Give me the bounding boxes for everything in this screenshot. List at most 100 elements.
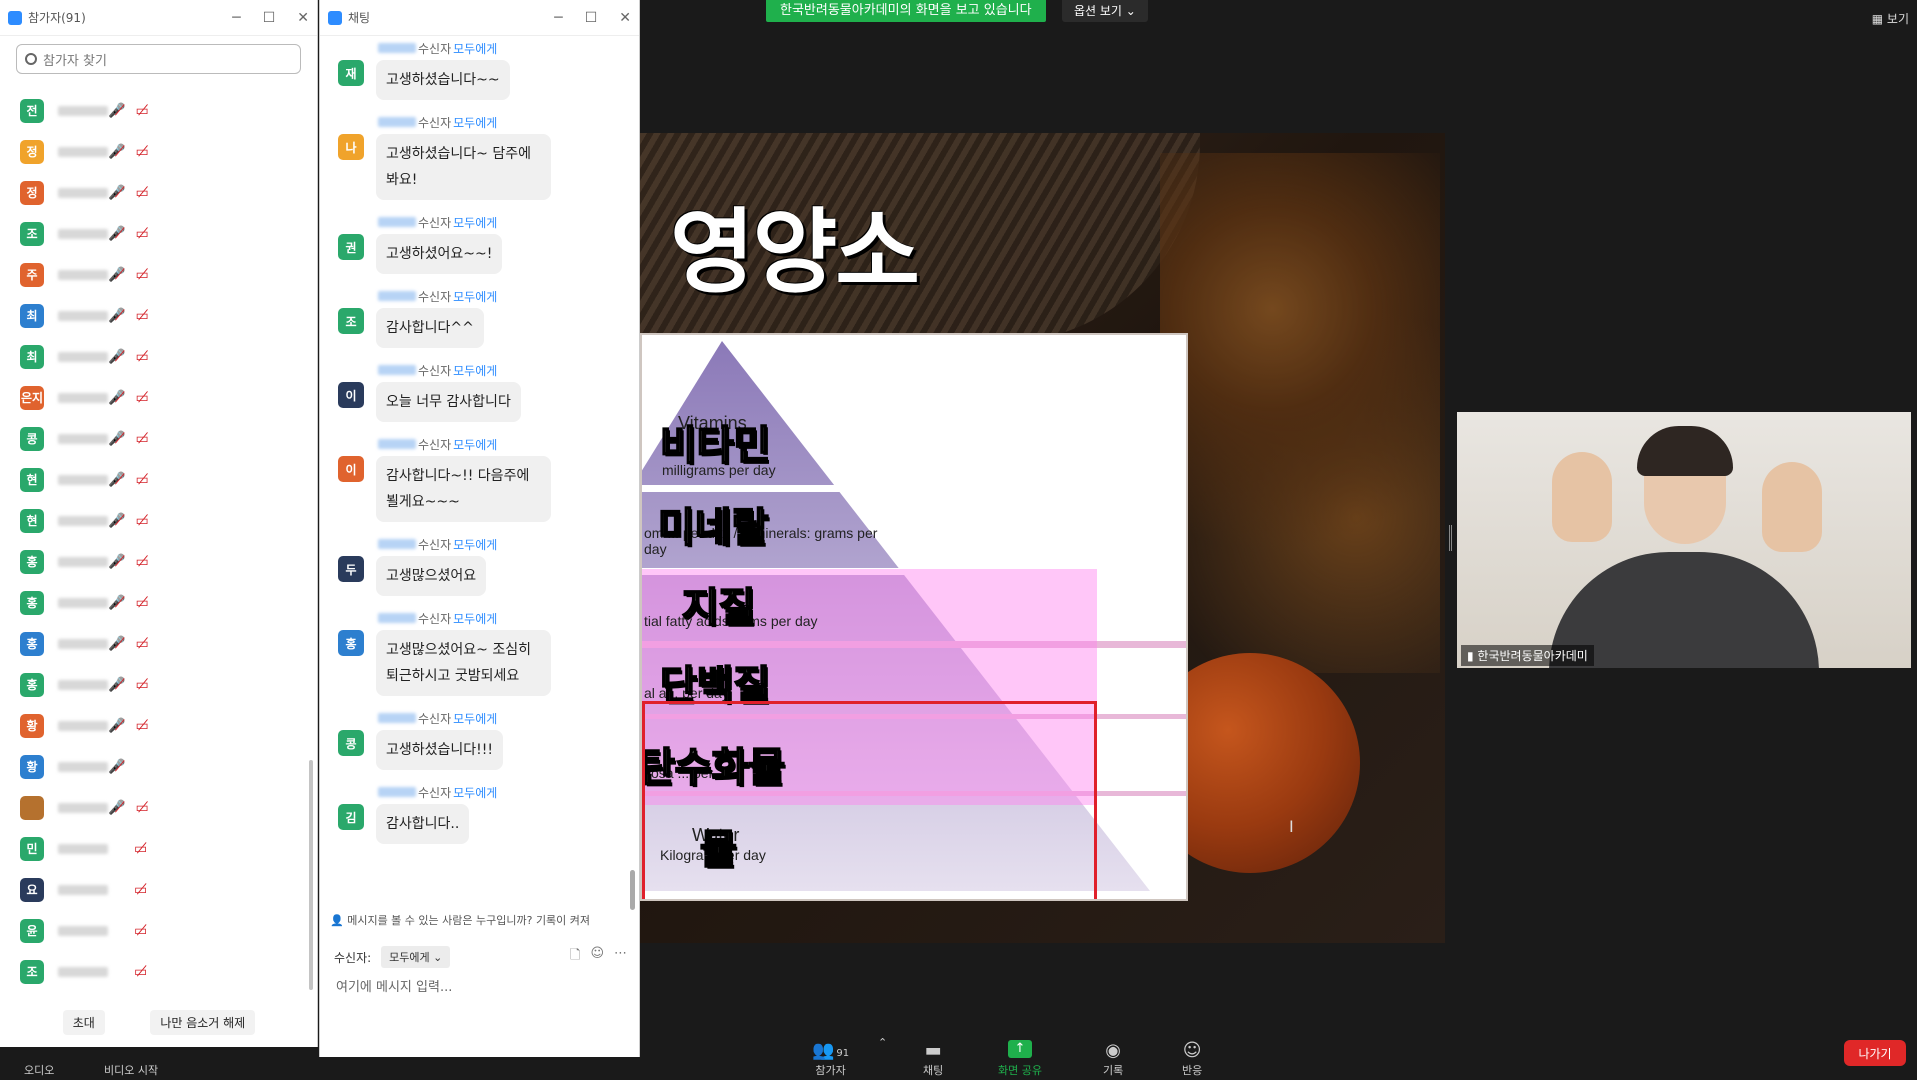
mic-muted-icon[interactable]: 🎤̸ — [108, 677, 125, 693]
mic-muted-icon[interactable]: 🎤̸ — [108, 472, 125, 488]
chat-message[interactable]: 수신자 모두에게 콩 고생하셨습니다!!! — [320, 710, 630, 770]
camera-off-icon[interactable]: ▭̸ — [135, 349, 148, 365]
participant-row[interactable]: 민 ▭̸ — [0, 828, 318, 869]
camera-off-icon[interactable]: ▭̸ — [135, 144, 148, 160]
participant-row[interactable]: 요 ▭̸ — [0, 869, 318, 910]
mic-muted-icon[interactable]: 🎤̸ — [108, 390, 125, 406]
mic-muted-icon[interactable]: 🎤̸ — [108, 144, 125, 160]
close-icon[interactable]: ✕ — [619, 10, 631, 26]
chat-privacy-notice[interactable]: 👤 메시지를 볼 수 있는 사람은 누구입니까? 기록이 켜져 — [330, 912, 630, 928]
file-icon[interactable]: 🗋 — [570, 946, 580, 968]
camera-off-icon[interactable]: ▭̸ — [135, 636, 148, 652]
mic-muted-icon[interactable]: 🎤̸ — [108, 554, 125, 570]
chat-message[interactable]: 수신자 모두에게 권 고생하셨어요~~! — [320, 214, 630, 274]
camera-off-icon[interactable]: ▭̸ — [135, 513, 148, 529]
mic-muted-icon[interactable]: 🎤̸ — [108, 267, 125, 283]
participant-scrollbar[interactable] — [309, 760, 313, 990]
camera-off-icon[interactable]: ▭̸ — [135, 390, 148, 406]
participant-row[interactable]: 조 ▭̸ — [0, 951, 318, 990]
reactions-button[interactable]: ☺ 반응 — [1182, 1040, 1202, 1078]
maximize-icon[interactable]: ☐ — [263, 10, 276, 26]
participant-row[interactable]: 황 🎤̸ — [0, 746, 318, 787]
participant-row[interactable]: 현 🎤̸ ▭̸ — [0, 459, 318, 500]
participant-row[interactable]: 은지 🎤̸ ▭̸ — [0, 377, 318, 418]
mic-muted-icon[interactable]: 🎤̸ — [108, 103, 125, 119]
participants-caret[interactable]: ⌃ — [878, 1036, 887, 1049]
participant-row[interactable]: 홍 🎤̸ ▭̸ — [0, 582, 318, 623]
more-icon[interactable]: ⋯ — [614, 946, 627, 968]
chat-message[interactable]: 수신자 모두에게 홍 고생많으셨어요~ 조심히 퇴근하시고 굿밤되세요 — [320, 610, 630, 696]
camera-off-icon[interactable]: ▭̸ — [135, 554, 148, 570]
chat-message[interactable]: 수신자 모두에게 두 고생많으셨어요 — [320, 536, 630, 596]
camera-off-icon[interactable]: ▭̸ — [134, 923, 147, 939]
mic-muted-icon[interactable]: 🎤̸ — [108, 636, 125, 652]
unmute-me-button[interactable]: 나만 음소거 해제 — [150, 1009, 256, 1035]
participant-row[interactable]: 주 🎤̸ ▭̸ — [0, 254, 318, 295]
chat-message[interactable]: 수신자 모두에게 김 감사합니다.. — [320, 784, 630, 844]
camera-off-icon[interactable]: ▭̸ — [135, 472, 148, 488]
minimize-icon[interactable]: ─ — [554, 10, 562, 26]
maximize-icon[interactable]: ☐ — [585, 10, 598, 26]
camera-off-icon[interactable]: ▭̸ — [135, 718, 148, 734]
mic-muted-icon[interactable]: 🎤̸ — [108, 431, 125, 447]
chat-message[interactable]: 수신자 모두에게 나 고생하셨습니다~ 담주에 봐요! — [320, 114, 630, 200]
participant-row[interactable]: 윤 ▭̸ — [0, 910, 318, 951]
camera-off-icon[interactable]: ▭̸ — [135, 103, 148, 119]
mic-muted-icon[interactable]: 🎤̸ — [108, 185, 125, 201]
view-mode-button[interactable]: ▦ 보기 — [1872, 10, 1909, 27]
participant-row[interactable]: 황 🎤̸ ▭̸ — [0, 705, 318, 746]
participant-row[interactable]: 조 🎤̸ ▭̸ — [0, 213, 318, 254]
mic-muted-icon[interactable]: 🎤̸ — [108, 308, 125, 324]
mic-muted-icon[interactable]: 🎤̸ — [108, 718, 125, 734]
chat-message[interactable]: 수신자 모두에게 이 감사합니다~!! 다음주에 뵐게요~~~ — [320, 436, 630, 522]
mic-muted-icon[interactable]: 🎤̸ — [108, 349, 125, 365]
camera-off-icon[interactable]: ▭̸ — [135, 800, 148, 816]
mic-muted-icon[interactable]: 🎤̸ — [108, 800, 125, 816]
resize-handle[interactable] — [1449, 525, 1452, 551]
minimize-icon[interactable]: ─ — [232, 10, 240, 26]
chat-message-input[interactable]: 여기에 메시지 입력... — [320, 976, 641, 995]
chat-button[interactable]: ▬ 채팅 — [923, 1040, 943, 1078]
participant-row[interactable]: 최 🎤̸ ▭̸ — [0, 336, 318, 377]
emoji-icon[interactable]: ☺ — [590, 946, 604, 968]
mic-muted-icon[interactable]: 🎤̸ — [108, 759, 125, 775]
camera-off-icon[interactable]: ▭̸ — [135, 226, 148, 242]
participant-search-input[interactable]: 참가자 찾기 — [16, 44, 301, 74]
recipient-select[interactable]: 모두에게 ⌄ — [381, 946, 451, 968]
share-screen-button[interactable]: ↑ 화면 공유 — [998, 1040, 1042, 1078]
chat-message[interactable]: 수신자 모두에게 재 고생하셨습니다~~ — [320, 40, 630, 100]
record-button[interactable]: ◉ 기록 — [1103, 1040, 1123, 1078]
participant-row[interactable]: 정 🎤̸ ▭̸ — [0, 131, 318, 172]
audio-button[interactable]: 오디오 — [24, 1040, 54, 1078]
camera-off-icon[interactable]: ▭̸ — [135, 595, 148, 611]
participant-row[interactable]: 정 🎤̸ ▭̸ — [0, 172, 318, 213]
camera-off-icon[interactable]: ▭̸ — [135, 677, 148, 693]
chat-scrollbar[interactable] — [630, 870, 635, 910]
camera-off-icon[interactable]: ▭̸ — [135, 185, 148, 201]
participant-row[interactable]: 현 🎤̸ ▭̸ — [0, 500, 318, 541]
participant-row[interactable]: 홍 🎤̸ ▭̸ — [0, 623, 318, 664]
leave-meeting-button[interactable]: 나가기 — [1844, 1040, 1906, 1066]
close-icon[interactable]: ✕ — [297, 10, 309, 26]
chat-message[interactable]: 수신자 모두에게 이 오늘 너무 감사합니다 — [320, 362, 630, 422]
invite-button[interactable]: 초대 — [62, 1009, 105, 1035]
camera-off-icon[interactable]: ▭̸ — [135, 267, 148, 283]
speaker-video-tile[interactable]: ▮ 한국반려동물아카데미 — [1457, 412, 1911, 668]
view-options-button[interactable]: 옵션 보기 ⌄ — [1062, 0, 1148, 22]
chat-message[interactable]: 수신자 모두에게 조 감사합니다^^ — [320, 288, 630, 348]
participant-row[interactable]: 홍 🎤̸ ▭̸ — [0, 541, 318, 582]
mic-muted-icon[interactable]: 🎤̸ — [108, 226, 125, 242]
participant-row[interactable]: 홍 🎤̸ ▭̸ — [0, 664, 318, 705]
camera-off-icon[interactable]: ▭̸ — [135, 431, 148, 447]
camera-off-icon[interactable]: ▭̸ — [135, 308, 148, 324]
participants-button[interactable]: 👥 91 참가자 — [812, 1040, 849, 1078]
camera-off-icon[interactable]: ▭̸ — [134, 841, 147, 857]
camera-off-icon[interactable]: ▭̸ — [134, 882, 147, 898]
participant-row[interactable]: 🎤̸ ▭̸ — [0, 787, 318, 828]
participant-row[interactable]: 콩 🎤̸ ▭̸ — [0, 418, 318, 459]
participant-row[interactable]: 전 🎤̸ ▭̸ — [0, 90, 318, 131]
participant-row[interactable]: 최 🎤̸ ▭̸ — [0, 295, 318, 336]
mic-muted-icon[interactable]: 🎤̸ — [108, 513, 125, 529]
camera-off-icon[interactable]: ▭̸ — [134, 964, 147, 980]
start-video-button[interactable]: 비디오 시작 — [104, 1040, 158, 1078]
